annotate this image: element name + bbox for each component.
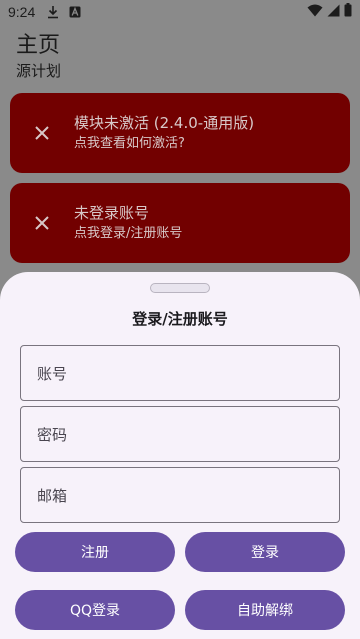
self-unbind-button[interactable]: 自助解绑 xyxy=(185,590,345,630)
alert-title: 模块未激活 (2.4.0-通用版) xyxy=(74,114,255,132)
password-field[interactable]: 密码 xyxy=(20,406,340,462)
drag-handle[interactable] xyxy=(150,283,210,293)
battery-icon xyxy=(344,3,352,21)
register-button[interactable]: 注册 xyxy=(15,532,175,572)
wifi-icon xyxy=(307,4,323,21)
qq-login-button[interactable]: QQ登录 xyxy=(15,590,175,630)
page-title: 主页 xyxy=(16,33,61,58)
not-logged-in-card[interactable]: 未登录账号 点我登录/注册账号 xyxy=(10,183,350,263)
alert-description: 点我查看如何激活? xyxy=(74,136,185,151)
module-inactive-card[interactable]: 模块未激活 (2.4.0-通用版) 点我查看如何激活? xyxy=(10,93,350,173)
close-icon xyxy=(10,215,74,231)
sheet-title: 登录/注册账号 xyxy=(132,310,228,328)
password-placeholder: 密码 xyxy=(37,425,68,444)
email-placeholder: 邮箱 xyxy=(37,486,68,505)
status-time: 9:24 xyxy=(8,4,36,20)
a-letter-icon xyxy=(69,6,81,18)
email-field[interactable]: 邮箱 xyxy=(20,467,340,523)
close-icon xyxy=(10,125,74,141)
download-icon xyxy=(47,5,59,19)
alert-title: 未登录账号 xyxy=(74,204,150,222)
account-field[interactable]: 账号 xyxy=(20,345,340,401)
page-header: 主页 源计划 xyxy=(16,32,61,82)
alert-description: 点我登录/注册账号 xyxy=(74,226,183,241)
login-button[interactable]: 登录 xyxy=(185,532,345,572)
account-placeholder: 账号 xyxy=(37,364,68,383)
signal-icon xyxy=(327,4,340,21)
status-bar: 9:24 xyxy=(0,0,360,24)
login-bottom-sheet: 登录/注册账号 账号 密码 邮箱 注册 登录 QQ登录 自助解绑 xyxy=(0,272,360,639)
page-subtitle: 源计划 xyxy=(16,62,62,80)
